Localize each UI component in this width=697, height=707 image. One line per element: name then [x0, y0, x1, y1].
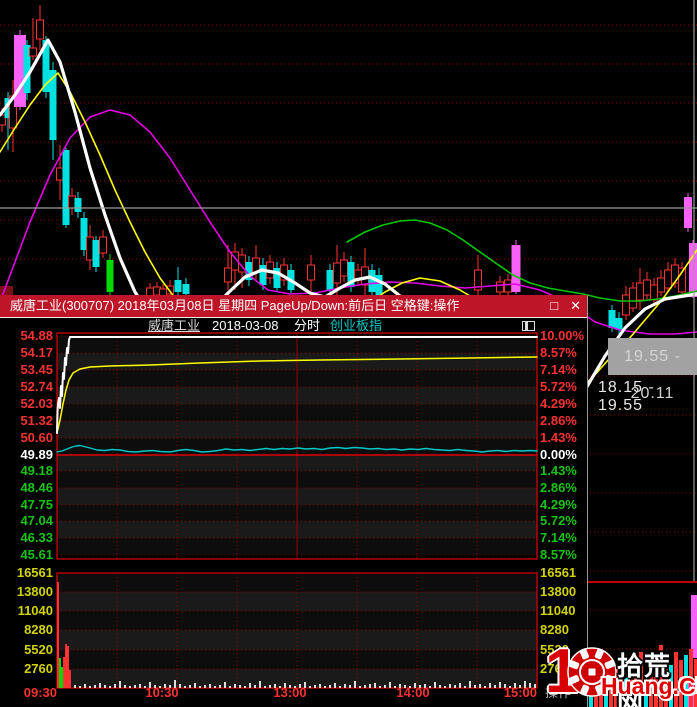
percent-axis-label: 0.00% — [540, 447, 577, 462]
price-axis-label: 47.75 — [20, 497, 53, 512]
volume-axis-label: 16561 — [540, 565, 577, 580]
time-axis-label: 10:30 — [145, 685, 179, 700]
percent-axis-label: 2.86% — [540, 413, 577, 428]
price-axis-label: 51.32 — [20, 413, 53, 428]
price-axis-label: 52.74 — [20, 379, 53, 394]
percent-axis-label: 5.72% — [540, 513, 577, 528]
volume-axis-label: 16561 — [16, 565, 53, 580]
volume-axis-label: 5520 — [540, 642, 569, 657]
price-axis-label: 45.61 — [20, 547, 53, 562]
percent-axis-label: 7.14% — [540, 530, 577, 545]
percent-axis-label: 4.29% — [540, 497, 577, 512]
percent-axis-label: 1.43% — [540, 430, 577, 445]
time-axis-label: 09:30 — [23, 685, 57, 700]
volume-axis-label: 13800 — [16, 584, 53, 599]
kline-tooltip-price-range: 19.55 - 20.11 — [624, 348, 681, 402]
volume-axis-label: 13800 — [540, 584, 577, 599]
price-axis-label: 46.33 — [20, 530, 53, 545]
volume-axis-label: 2760 — [24, 661, 53, 676]
percent-axis-label: 7.14% — [540, 362, 577, 377]
price-axis-label: 53.45 — [20, 362, 53, 377]
volume-axis-label: 8280 — [24, 622, 53, 637]
percent-axis-label: 1.43% — [540, 463, 577, 478]
price-axis-label: 52.03 — [20, 396, 53, 411]
volume-axis-label: 5520 — [24, 642, 53, 657]
time-axis-label: 15:00 — [503, 685, 537, 700]
price-axis-label: 50.60 — [20, 430, 53, 445]
time-axis-label: 14:00 — [396, 685, 430, 700]
volume-axis-label: 11040 — [17, 603, 53, 618]
operate-hint-label: 操作 — [545, 685, 572, 700]
volume-axis-label: 2760 — [540, 661, 569, 676]
intraday-popup-window: 威唐工业(300707) 2018年03月08日 星期四 PageUp/Down… — [0, 295, 588, 707]
price-axis-label: 49.89 — [20, 447, 53, 462]
volume-axis-label: 11040 — [540, 603, 576, 618]
kline-price-range-label: 18.15 - 19.55 — [598, 379, 655, 414]
percent-axis-label: 2.86% — [540, 480, 577, 495]
intraday-chart[interactable] — [0, 295, 588, 707]
time-axis-label: 13:00 — [273, 685, 307, 700]
percent-axis-label: 4.29% — [540, 396, 577, 411]
percent-axis-label: 8.57% — [540, 547, 577, 562]
price-axis-label: 49.18 — [20, 463, 53, 478]
price-axis-label: 47.04 — [20, 513, 53, 528]
volume-axis-label: 8280 — [540, 622, 569, 637]
price-axis-label: 54.17 — [20, 345, 53, 360]
screen: 19.55 - 20.11 18.15 - 19.55 威唐工业(300707)… — [0, 0, 697, 707]
price-axis-label: 48.46 — [20, 480, 53, 495]
percent-axis-label: 5.72% — [540, 379, 577, 394]
price-axis-label: 54.88 — [20, 328, 53, 343]
percent-axis-label: 8.57% — [540, 345, 577, 360]
percent-axis-label: 10.00% — [540, 328, 585, 343]
